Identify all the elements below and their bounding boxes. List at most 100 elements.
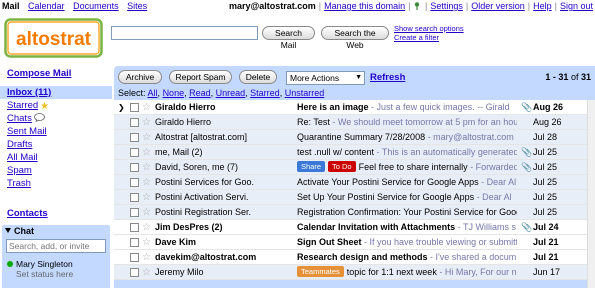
settings-link[interactable]: Settings xyxy=(430,1,463,11)
chat-search-input[interactable] xyxy=(6,239,106,253)
help-link[interactable]: Help xyxy=(533,1,552,11)
row-checkbox[interactable] xyxy=(130,163,139,172)
sidebar-item-trash[interactable]: Trash xyxy=(0,177,112,190)
table-row[interactable]: ☆ Jim DesPres (2) Calendar Invitation with… xyxy=(114,220,595,235)
select-none-link[interactable]: None xyxy=(163,88,185,98)
message-subject: Activate Your Postini Service for Google… xyxy=(297,177,479,187)
table-row[interactable]: ☆ David, Soren, me (7) Share To Do Feel free… xyxy=(114,160,595,175)
star-icon[interactable]: ☆ xyxy=(142,205,151,219)
message-label[interactable]: Teammates xyxy=(297,266,344,277)
show-search-options-link[interactable]: Show search options xyxy=(394,24,464,33)
search-mail-button[interactable]: Search Mail xyxy=(262,26,315,50)
chat-status-text[interactable]: Set status here xyxy=(16,269,110,279)
sidebar-item-drafts[interactable]: Drafts xyxy=(0,138,112,151)
table-row[interactable]: ☆ Jeremy Milo Teammates topic for 1:1 next … xyxy=(114,265,595,280)
nav-sites[interactable]: Sites xyxy=(127,1,147,11)
sidebar-item-spam[interactable]: Spam xyxy=(0,164,112,177)
star-icon[interactable]: ☆ xyxy=(142,160,151,174)
message-date: Jul 25 xyxy=(533,207,558,217)
more-actions-select[interactable]: More Actions ▼ xyxy=(286,71,365,85)
logo-graphic: altostrat xyxy=(4,18,103,58)
chat-bubble-icon xyxy=(33,113,45,122)
chat-self-status[interactable]: Mary Singleton Set status here xyxy=(2,259,110,279)
select-starred-link[interactable]: Starred xyxy=(250,88,280,98)
row-checkbox[interactable] xyxy=(130,118,139,127)
message-snippet: - This is an automatically generated xyxy=(374,147,517,157)
table-row[interactable]: ☆ davekim@altostrat.com Research design an… xyxy=(114,250,595,265)
message-subject: Feel free to share internally xyxy=(358,162,468,172)
select-unread-link[interactable]: Unread xyxy=(216,88,246,98)
message-subject-cell: Calendar Invitation with Attachments - T… xyxy=(297,220,517,234)
sign-out-link[interactable]: Sign out xyxy=(560,1,593,11)
star-icon[interactable]: ☆ xyxy=(142,220,151,234)
row-checkbox[interactable] xyxy=(130,193,139,202)
row-checkbox[interactable] xyxy=(130,178,139,187)
attachment-icon: 📎 xyxy=(521,222,533,232)
message-subject: test .null w/ content xyxy=(297,147,375,157)
table-row[interactable]: ☆ me, Mail (2) test .null w/ content - Thi… xyxy=(114,145,595,160)
row-checkbox[interactable] xyxy=(130,148,139,157)
star-icon[interactable]: ☆ xyxy=(142,190,151,204)
row-checkbox[interactable] xyxy=(130,103,139,112)
row-checkbox[interactable] xyxy=(130,133,139,142)
table-row[interactable]: ☆ Giraldo Hierro Re: Test - We should meet… xyxy=(114,115,595,130)
table-row[interactable]: ☆ Dave Kim Sign Out Sheet - If you have tr… xyxy=(114,235,595,250)
row-checkbox[interactable] xyxy=(130,238,139,247)
message-sender: David, Soren, me (7) xyxy=(155,162,239,172)
star-icon[interactable]: ☆ xyxy=(142,115,151,129)
chat-header[interactable]: Chat xyxy=(2,225,110,237)
row-checkbox[interactable] xyxy=(130,208,139,217)
altostrat-logo[interactable]: altostrat xyxy=(4,18,103,58)
message-subject: Here is an image xyxy=(297,102,369,112)
nav-documents[interactable]: Documents xyxy=(73,1,119,11)
star-icon[interactable]: ☆ xyxy=(142,145,151,159)
star-icon[interactable]: ☆ xyxy=(142,130,151,144)
message-label[interactable]: To Do xyxy=(328,161,356,172)
contacts-link[interactable]: Contacts xyxy=(7,208,48,219)
sidebar-item-inbox[interactable]: Inbox (11) xyxy=(0,86,112,99)
search-options: Show search options Create a filter xyxy=(394,24,464,42)
select-read-link[interactable]: Read xyxy=(189,88,211,98)
search-web-button[interactable]: Search the Web xyxy=(321,26,389,50)
row-checkbox[interactable] xyxy=(130,268,139,277)
archive-button[interactable]: Archive xyxy=(118,70,162,84)
table-row[interactable]: ❯ ☆ Giraldo Hierro Here is an image - Just … xyxy=(114,100,595,115)
chat-title: Chat xyxy=(14,226,34,236)
select-unstarred-link[interactable]: Unstarred xyxy=(285,88,325,98)
table-row[interactable]: ☆ Postini Registration Ser. Registration C… xyxy=(114,205,595,220)
message-list-scrollbar[interactable] xyxy=(587,100,595,288)
older-version-link[interactable]: Older version xyxy=(471,1,525,11)
message-subject: Registration Confirmation: Your Postini … xyxy=(297,207,517,217)
message-subject: Research design and methods xyxy=(297,252,428,262)
star-icon[interactable]: ☆ xyxy=(142,250,151,264)
message-label[interactable]: Share xyxy=(297,161,326,172)
report-spam-button[interactable]: Report Spam xyxy=(169,70,232,84)
message-snippet: - I've shared a docum xyxy=(427,252,517,262)
select-all-link[interactable]: All xyxy=(148,88,158,98)
sidebar-item-all-mail[interactable]: All Mail xyxy=(0,151,112,164)
refresh-link[interactable]: Refresh xyxy=(370,72,405,83)
sidebar-item-chats[interactable]: Chats xyxy=(0,112,112,125)
star-icon[interactable]: ☆ xyxy=(142,100,151,114)
row-checkbox[interactable] xyxy=(130,253,139,262)
delete-button[interactable]: Delete xyxy=(239,70,277,84)
table-row[interactable]: ☆ Postini Activation Servi. Set Up Your Po… xyxy=(114,190,595,205)
star-icon[interactable]: ☆ xyxy=(142,175,151,189)
row-checkbox[interactable] xyxy=(130,223,139,232)
search-input[interactable] xyxy=(111,26,258,40)
message-snippet: - TJ Williams s xyxy=(455,222,517,232)
nav-mail[interactable]: Mail xyxy=(2,1,20,11)
table-row[interactable]: ☆ Altostrat [altostrat.com] Quarantine Sum… xyxy=(114,130,595,145)
sidebar-item-sent-mail[interactable]: Sent Mail xyxy=(0,125,112,138)
message-subject: Calendar Invitation with Attachments xyxy=(297,222,456,232)
table-row[interactable]: ☆ Postini Services for Goo. Activate Your … xyxy=(114,175,595,190)
message-snippet: - mary@altostrat.com xyxy=(425,132,514,142)
sidebar-item-starred[interactable]: Starred ★ xyxy=(0,99,112,112)
nav-calendar[interactable]: Calendar xyxy=(28,1,65,11)
manage-domain-link[interactable]: Manage this domain xyxy=(324,1,405,11)
create-filter-link[interactable]: Create a filter xyxy=(394,33,464,42)
compose-mail-link[interactable]: Compose Mail xyxy=(7,68,71,79)
star-icon[interactable]: ☆ xyxy=(142,265,151,279)
star-icon[interactable]: ☆ xyxy=(142,235,151,249)
account-links: mary@altostrat.com | Manage this domain | |… xyxy=(228,1,593,11)
